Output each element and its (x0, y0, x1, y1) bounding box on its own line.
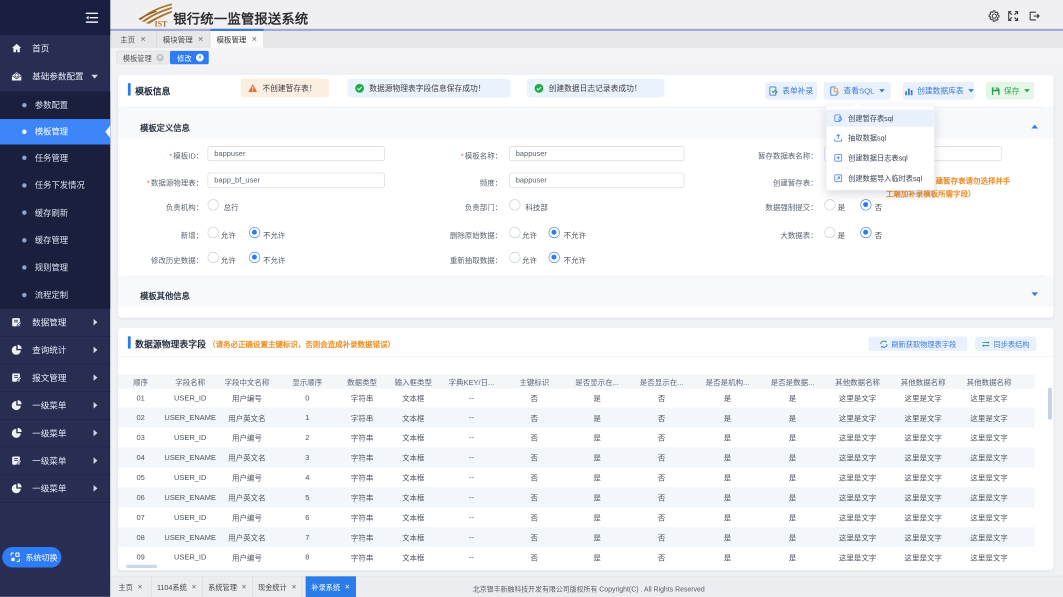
svg-text:IST: IST (154, 20, 168, 29)
